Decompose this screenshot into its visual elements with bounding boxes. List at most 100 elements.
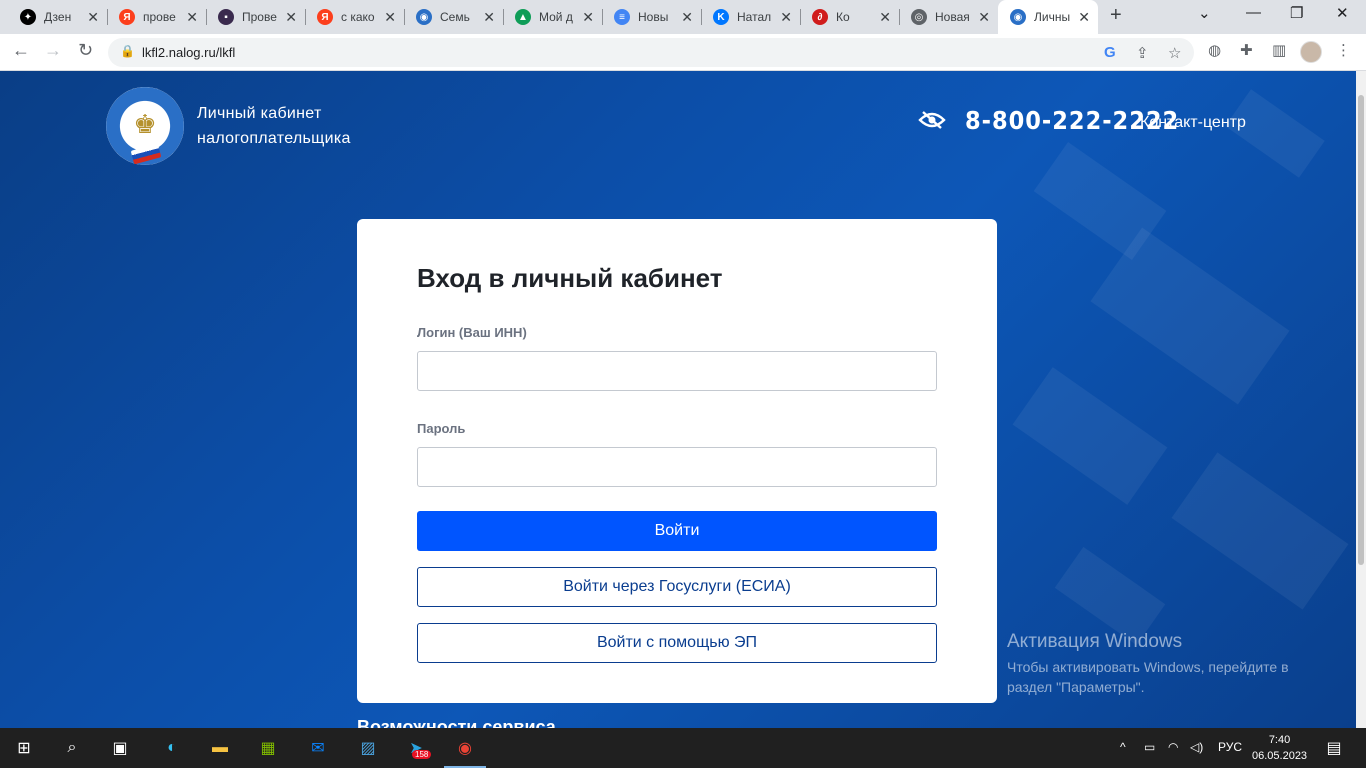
browser-tab[interactable]: ◎ Новая ✕ [899, 0, 998, 34]
profile-avatar[interactable] [1300, 41, 1322, 63]
close-tab-icon[interactable]: ✕ [285, 9, 297, 26]
yandex-icon: Я [317, 9, 333, 25]
browser-tab[interactable]: ∂ Ко ✕ [800, 0, 899, 34]
avito-icon: ∂ [812, 9, 828, 25]
clock[interactable]: 7:40 06.05.2023 [1252, 732, 1307, 764]
google-docs-icon: ≡ [614, 9, 630, 25]
lock-icon[interactable]: 🔒 [120, 44, 135, 58]
back-icon[interactable]: ← [12, 40, 30, 61]
close-tab-icon[interactable]: ✕ [1078, 9, 1090, 26]
windows-activation-watermark: Активация Windows Чтобы активировать Win… [1007, 631, 1337, 697]
tab-title: прове [143, 10, 176, 24]
dzen-icon: ✦ [20, 9, 36, 25]
login-input[interactable] [417, 351, 937, 391]
bookmark-star-icon[interactable]: ☆ [1168, 44, 1181, 62]
battery-icon[interactable]: ▭ [1144, 740, 1155, 754]
contact-center-link[interactable]: Контакт-центр [1140, 114, 1246, 132]
new-tab-button[interactable]: + [1110, 4, 1122, 27]
login-label: Логин (Ваш ИНН) [417, 325, 527, 340]
login-button[interactable]: Войти [417, 511, 937, 551]
close-tab-icon[interactable]: ✕ [978, 9, 990, 26]
tab-separator [800, 9, 801, 25]
search-icon[interactable]: ⌕ [60, 736, 84, 760]
minimize-button[interactable]: — [1246, 4, 1261, 21]
file-explorer-icon[interactable]: ▬ [208, 736, 232, 760]
service-features-heading: Возможности сервиса [357, 717, 556, 728]
close-tab-icon[interactable]: ✕ [483, 9, 495, 26]
browser-tab[interactable]: K Натал ✕ [701, 0, 800, 34]
watermark-text: Чтобы активировать Windows, перейдите в … [1007, 659, 1289, 695]
tab-title: Личны [1034, 10, 1071, 24]
site-name-line2: налогоплательщика [197, 130, 351, 147]
close-tab-icon[interactable]: ✕ [582, 9, 594, 26]
microsoft-store-icon[interactable]: ▦ [256, 736, 280, 760]
google-translate-icon[interactable]: G [1104, 44, 1116, 61]
tab-separator [404, 9, 405, 25]
vk-icon: K [713, 9, 729, 25]
close-tab-icon[interactable]: ✕ [780, 9, 792, 26]
vpn-globe-icon[interactable]: ◍ [1208, 41, 1221, 59]
password-input[interactable] [417, 447, 937, 487]
fns-logo[interactable]: ♚ [106, 87, 184, 165]
browser-tab[interactable]: ▪ Прове ✕ [206, 0, 305, 34]
close-tab-icon[interactable]: ✕ [384, 9, 396, 26]
language-indicator[interactable]: РУС [1218, 740, 1242, 754]
login-card: Вход в личный кабинет Логин (Ваш ИНН) Па… [357, 219, 997, 703]
notifications-icon[interactable]: ▤ [1322, 736, 1346, 760]
tab-title: Ко [836, 10, 850, 24]
forward-icon[interactable]: → [44, 40, 62, 61]
browser-menu-icon[interactable]: ⋮ [1336, 41, 1351, 59]
close-window-button[interactable]: ✕ [1336, 4, 1349, 22]
browser-tab[interactable]: ◉ Личны ✕ [998, 0, 1098, 34]
share-icon[interactable]: ⇪ [1136, 44, 1149, 62]
scrollbar-thumb[interactable] [1358, 95, 1364, 565]
photos-icon[interactable]: ▨ [356, 736, 380, 760]
windows-start-icon[interactable]: ⊞ [12, 736, 36, 760]
tray-overflow-icon[interactable]: ^ [1120, 740, 1126, 754]
tab-separator [899, 9, 900, 25]
extensions-icon[interactable]: ✚ [1240, 41, 1253, 59]
close-tab-icon[interactable]: ✕ [87, 9, 99, 26]
decor-shape [1171, 452, 1349, 610]
side-panel-icon[interactable]: ▥ [1272, 41, 1286, 59]
site-name-line1: Личный кабинет [197, 105, 322, 122]
maximize-button[interactable]: ❐ [1290, 4, 1303, 22]
telegram-badge: 158 [412, 750, 432, 759]
tab-strip: ✦ Дзен ✕ Япрове ✕ ▪ Прове ✕ Яс како ✕ ◉ Семь ✕ ▲ Мой д… [0, 0, 1366, 34]
eagle-emblem-icon: ♚ [133, 109, 157, 139]
tab-separator [107, 9, 108, 25]
gosuslugi-login-button[interactable]: Войти через Госуслуги (ЕСИА) [417, 567, 937, 607]
close-tab-icon[interactable]: ✕ [681, 9, 693, 26]
fns-icon: ◉ [416, 9, 432, 25]
decor-shape [1012, 367, 1168, 505]
chrome-icon: ◎ [911, 9, 927, 25]
browser-tab[interactable]: ≡ Новы ✕ [602, 0, 701, 34]
login-title: Вход в личный кабинет [417, 263, 723, 293]
windows-taskbar: ⊞ ⌕ ▣ ◐ ▬ ▦ ✉ ▨ ➤ 158 ◉ ^ ▭ ◠ ◁) РУС 7:4… [0, 728, 1366, 768]
fns-icon: ◉ [1010, 9, 1026, 25]
url-text[interactable]: lkfl2.nalog.ru/lkfl [142, 45, 235, 60]
tab-title: Дзен [44, 10, 72, 24]
task-view-icon[interactable]: ▣ [108, 736, 132, 760]
chrome-icon[interactable]: ◉ [453, 736, 477, 760]
clock-date: 06.05.2023 [1252, 750, 1308, 762]
browser-tab[interactable]: Япрове ✕ [107, 0, 206, 34]
tab-title: Натал [737, 10, 772, 24]
site-name[interactable]: Личный кабинет налогоплательщика [197, 101, 351, 151]
tab-search-icon[interactable]: ⌄ [1198, 4, 1211, 22]
browser-tab[interactable]: ✦ Дзен ✕ [8, 0, 107, 34]
volume-icon[interactable]: ◁) [1190, 740, 1203, 754]
browser-tab[interactable]: Яс како ✕ [305, 0, 404, 34]
russian-flag-icon [130, 143, 162, 165]
accessibility-eye-icon[interactable] [918, 110, 946, 130]
address-bar[interactable]: 🔒 lkfl2.nalog.ru/lkfl G ⇪ ☆ [108, 38, 1194, 67]
edge-icon[interactable]: ◐ [160, 736, 184, 760]
close-tab-icon[interactable]: ✕ [186, 9, 198, 26]
browser-tab[interactable]: ▲ Мой д ✕ [503, 0, 602, 34]
mail-icon[interactable]: ✉ [306, 736, 330, 760]
ep-login-button[interactable]: Войти с помощью ЭП [417, 623, 937, 663]
reload-icon[interactable]: ↻ [78, 40, 93, 61]
browser-tab[interactable]: ◉ Семь ✕ [404, 0, 503, 34]
network-icon[interactable]: ◠ [1168, 740, 1178, 754]
close-tab-icon[interactable]: ✕ [879, 9, 891, 26]
